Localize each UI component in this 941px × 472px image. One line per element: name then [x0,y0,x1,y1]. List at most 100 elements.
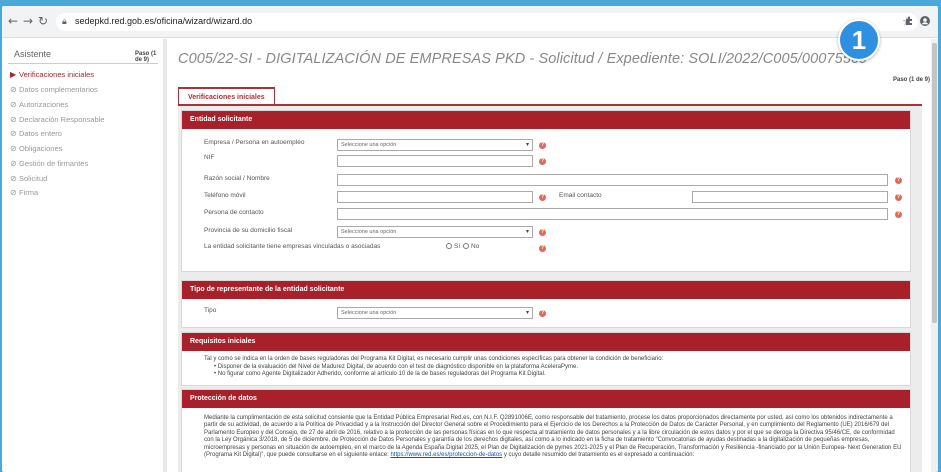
help-icon[interactable]: ? [539,245,546,252]
scrollbar-thumb[interactable] [932,43,937,323]
forward-icon[interactable]: → [23,15,33,27]
sidebar-item-label: Solicitud [19,174,48,183]
provincia-label: Provincia de su domicilio fiscal [204,227,293,234]
proteccion-text: Mediante la cumplimentación de esta soli… [204,415,904,459]
browser-window: ← → ↻ 🔒︎ sedepkd.red.gob.es/oficina/wiza… [2,6,938,472]
triangle-right-icon: ▶ [10,70,17,79]
chevron-down-icon: ▾ [525,142,529,148]
sidebar-item-label: Gestión de firmantes [19,159,89,168]
sidebar-splitter[interactable] [163,39,167,472]
help-icon[interactable]: ? [539,158,546,165]
tab-verificaciones-iniciales[interactable]: Verificaciones iniciales [178,87,275,105]
section-tipo-representante: Tipo de representante de la entidad soli… [181,280,911,328]
sidebar-item-autorizaciones[interactable]: ⊘ Autorizaciones [10,99,68,111]
page-title: C005/22-SI - DIGITALIZACIÓN DE EMPRESAS … [178,51,868,67]
requisito-text: Disponer de la evaluación del Nivel de M… [217,364,578,370]
sidebar-item-label: Firma [19,188,39,197]
radio-si-label: Sí [454,243,461,250]
help-icon[interactable]: ? [895,177,902,184]
section-header: Tipo de representante de la entidad soli… [182,281,910,299]
email-label: Email contacto [559,192,602,199]
step-counter: Paso (1 de 9) [892,77,930,83]
sidebar-item-datos-complementarios[interactable]: ⊘ Datos complementarios [10,84,98,96]
requisitos-intro: Tal y como se indica en la orden de base… [204,356,664,362]
help-icon[interactable]: ? [895,194,902,201]
help-icon[interactable]: ? [539,310,546,317]
razon-social-field[interactable] [337,174,888,186]
sidebar-item-label: Autorizaciones [19,100,69,109]
screenshot-frame: ← → ↻ 🔒︎ sedepkd.red.gob.es/oficina/wiza… [0,0,941,472]
sidebar-item-solicitud[interactable]: ⊘ Solicitud [10,173,47,185]
tipo-select[interactable]: Seleccione una opción ▾ [337,307,533,319]
section-requisitos-iniciales: Requisitos iniciales Tal y como se indic… [181,332,911,386]
help-icon[interactable]: ? [539,194,546,201]
section-entidad-solicitante: Entidad solicitante Empresa / Persona en… [181,110,911,272]
page-scrollbar[interactable] [931,39,938,472]
provincia-select[interactable]: Seleccione una opción ▾ [337,226,533,238]
nif-label: NIF [204,154,215,161]
select-value: Seleccione una opción [341,229,397,235]
check-circle-icon: ⊘ [10,144,17,153]
empresa-select[interactable]: Seleccione una opción ▾ [337,139,533,151]
section-header: Requisitos iniciales [182,333,910,351]
sidebar-item-firma[interactable]: ⊘ Firma [10,187,38,199]
profile-icon[interactable] [920,16,930,26]
sidebar-item-label: Datos entero [19,129,62,138]
check-circle-icon: ⊘ [10,85,17,94]
telefono-field[interactable] [337,191,533,203]
check-circle-icon: ⊘ [10,100,17,109]
sidebar-item-declaracion-responsable[interactable]: ⊘ Declaración Responsable [10,114,104,126]
chevron-down-icon: ▾ [525,229,529,235]
empresa-label: Empresa / Persona en autoempleo [204,139,305,146]
persona-contacto-field[interactable] [337,208,888,220]
sidebar-item-verificaciones-iniciales[interactable]: ▶ Verificaciones iniciales [10,69,94,81]
telefono-label: Teléfono móvil [204,192,246,199]
back-icon[interactable]: ← [8,15,18,27]
check-circle-icon: ⊘ [10,129,17,138]
help-icon[interactable]: ? [895,211,902,218]
lock-icon: 🔒︎ [62,16,67,26]
select-value: Seleccione una opción [341,310,397,316]
main-content: C005/22-SI - DIGITALIZACIÓN DE EMPRESAS … [170,39,930,472]
sidebar-item-obligaciones[interactable]: ⊘ Obligaciones [10,143,62,155]
nif-field[interactable] [337,155,533,167]
vinculadas-label: La entidad solicitante tiene empresas vi… [204,243,381,250]
requisito-text: No figurar como Agente Digitalizador Adh… [217,371,546,377]
radio-no[interactable]: No [463,243,479,250]
sidebar-item-label: Verificaciones iniciales [19,70,95,79]
step-number-badge: 1 [838,19,880,61]
sidebar-item-label: Declaración Responsable [19,115,105,124]
sidebar-title: Asistente [14,49,52,59]
address-bar[interactable]: 🔒︎ sedepkd.red.gob.es/oficina/wizard/wiz… [56,13,918,31]
sidebar-item-gestion-firmantes[interactable]: ⊘ Gestión de firmantes [10,158,88,170]
form-container: Entidad solicitante Empresa / Persona en… [178,106,922,472]
sidebar-divider [8,63,158,64]
sidebar-item-datos-entero[interactable]: ⊘ Datos entero [10,128,62,140]
check-circle-icon: ⊘ [10,188,17,197]
help-icon[interactable]: ? [539,229,546,236]
wizard-sidebar: Asistente Paso (1 de 9) ▶ Verificaciones … [2,39,162,472]
persona-contacto-label: Persona de contacto [204,209,264,216]
radio-circle-icon [463,243,469,249]
section-header: Entidad solicitante [182,111,910,129]
check-circle-icon: ⊘ [10,115,17,124]
sidebar-item-label: Datos complementarios [19,85,98,94]
proteccion-link[interactable]: https://www.red.es/es/proteccion-de-dato… [390,452,502,458]
check-circle-icon: ⊘ [10,174,17,183]
email-field[interactable] [692,191,888,203]
help-icon[interactable]: ? [539,142,546,149]
extensions-icon[interactable] [904,16,914,26]
reload-icon[interactable]: ↻ [38,15,48,27]
sidebar-step-counter: Paso (1 de 9) [135,51,157,63]
section-header: Protección de datos [182,390,910,408]
radio-circle-icon [446,243,452,249]
check-circle-icon: ⊘ [10,159,17,168]
tipo-label: Tipo [204,307,217,314]
section-proteccion-datos: Protección de datos Mediante la cumplime… [181,389,911,472]
radio-si[interactable]: Sí [446,243,460,250]
radio-no-label: No [471,243,480,250]
proteccion-paragraph-end: y cuyo detalle resumido del tratamiento … [503,452,695,459]
sidebar-item-label: Obligaciones [19,144,63,153]
chevron-down-icon: ▾ [525,310,529,316]
requisito-item: • No figurar como Agente Digitalizador A… [214,371,546,377]
